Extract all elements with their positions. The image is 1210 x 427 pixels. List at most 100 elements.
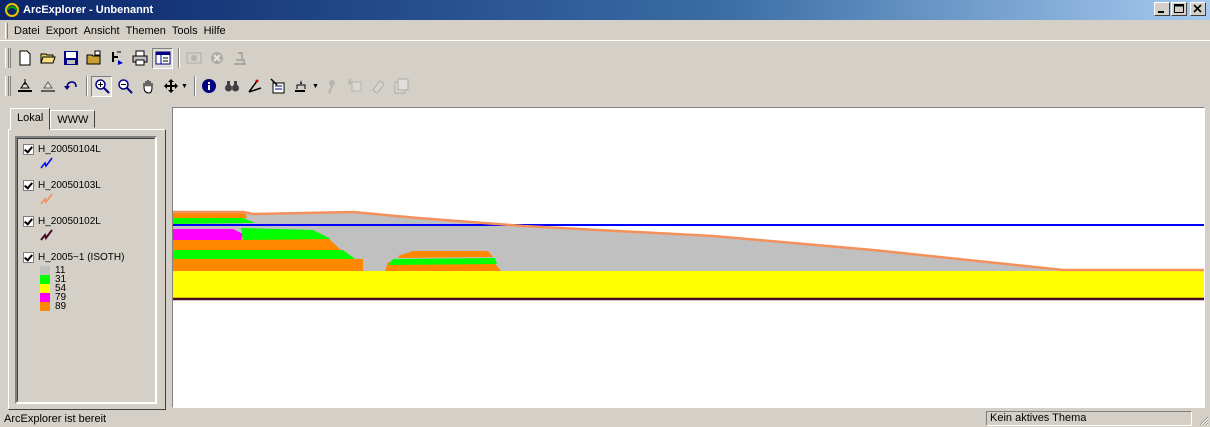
class-swatch [40,284,50,293]
map-capture-button[interactable] [183,48,204,69]
map-capture-icon [186,52,201,64]
settings-icon [394,78,409,94]
eraser-button[interactable] [368,76,389,97]
toc-tabs: Lokal WWW [10,108,96,130]
undo-icon [63,81,77,90]
minimize-button[interactable] [1154,2,1170,16]
layer-up-icon [40,81,55,92]
close-button[interactable] [1190,2,1206,16]
legend-class: 31 [40,275,124,285]
class-swatch [40,302,50,311]
layer-name[interactable]: H_20050103L [38,180,101,191]
layer-button[interactable] [14,76,35,97]
layer-visibility-checkbox[interactable] [23,252,34,263]
settings-button[interactable] [391,76,412,97]
status-bar: ArcExplorer ist bereit Kein aktives Them… [0,410,1210,427]
save-icon [63,51,78,65]
menu-datei[interactable]: Datei [11,23,43,39]
undo-button[interactable] [60,76,81,97]
line-symbol-icon [40,193,53,205]
layer-name[interactable]: H_20050102L [38,216,101,227]
open-icon [39,53,56,64]
pan-icon [143,80,152,94]
layer-icon [17,79,32,92]
layer-visibility-checkbox[interactable] [23,144,34,155]
add-theme-icon [111,51,123,65]
find-button[interactable] [222,76,243,97]
toolbar-separator [86,76,88,96]
zoom-out-icon [117,79,133,94]
toolbar-separator [193,76,196,96]
table-of-contents-panel: Lokal WWW H_20050104L H_20050103L H_2005… [8,108,166,410]
open-folder-icon [86,50,100,65]
identify-button[interactable] [199,76,220,97]
close-icon [1193,4,1202,13]
layer-visibility-checkbox[interactable] [23,180,34,191]
open-project-button[interactable] [83,48,104,69]
pan-button[interactable] [137,76,158,97]
menu-tools[interactable]: Tools [169,23,201,39]
query-button[interactable] [268,76,289,97]
menu-export[interactable]: Export [43,23,81,39]
size-grip-icon[interactable] [1197,414,1209,426]
legend-class: 54 [40,284,124,294]
menu-grip [5,22,8,39]
move-button[interactable] [160,76,181,97]
isotherm-region-31 [173,218,255,224]
layer-name[interactable]: H_20050104L [38,144,101,155]
layer-up-button[interactable] [37,76,58,97]
menu-ansicht[interactable]: Ansicht [80,23,122,39]
zoom-in-button[interactable] [91,75,112,97]
isotherm-region-89 [173,259,363,271]
open-button[interactable] [37,48,58,69]
identify-icon [202,79,217,93]
title-bar: ArcExplorer - Unbenannt [0,0,1210,20]
menu-bar: Datei Export Ansicht Themen Tools Hilfe [0,21,1210,41]
new-icon [19,50,30,66]
tab-lokal[interactable]: Lokal [10,108,51,130]
table-icon [155,51,170,65]
move-dropdown-icon[interactable]: ▼ [181,83,188,90]
legend-layer: H_2005~1 (ISOTH) 11 31 54 79 89 [23,252,124,312]
menu-themen[interactable]: Themen [123,23,169,39]
legend-class: 11 [40,266,124,276]
pin-button[interactable] [322,76,343,97]
select-dropdown-icon[interactable]: ▼ [312,83,319,90]
toc-toggle-button[interactable] [152,47,173,69]
isotherm-region-31 [388,258,497,265]
legend-layer: H_20050103L [23,180,101,205]
map-display[interactable] [172,107,1205,408]
measure-icon [248,79,262,93]
tab-body: H_20050104L H_20050103L H_20050102L H_20… [8,129,166,410]
select-button[interactable] [291,76,312,97]
add-theme-button[interactable] [106,48,127,69]
toolbar-separator [178,48,180,68]
eraser-icon [372,80,386,94]
zoom-out-button[interactable] [114,76,135,97]
isotherm-region-79 [173,229,243,240]
menu-hilfe[interactable]: Hilfe [201,23,229,39]
delete-icon [210,52,223,64]
legend-list: H_20050104L H_20050103L H_20050102L H_20… [15,136,157,404]
move-icon [163,79,178,93]
tab-www[interactable]: WWW [50,110,96,128]
zoom-in-icon [94,79,110,94]
properties-button[interactable] [229,48,250,69]
label-button[interactable] [345,76,366,97]
status-text: ArcExplorer ist bereit [4,413,107,425]
isotherm-region-89 [398,251,493,258]
save-button[interactable] [60,48,81,69]
measure-button[interactable] [245,76,266,97]
layer-visibility-checkbox[interactable] [23,216,34,227]
map-canvas[interactable] [173,108,1204,407]
window-title: ArcExplorer - Unbenannt [23,4,154,16]
line-symbol-icon [40,229,53,241]
new-button[interactable] [14,48,35,69]
properties-icon [233,52,246,65]
print-button[interactable] [129,48,150,69]
maximize-button[interactable] [1171,2,1187,16]
delete-button[interactable] [206,48,227,69]
print-icon [132,50,147,66]
isotherm-region-31 [173,250,355,259]
layer-name[interactable]: H_2005~1 (ISOTH) [38,252,124,263]
